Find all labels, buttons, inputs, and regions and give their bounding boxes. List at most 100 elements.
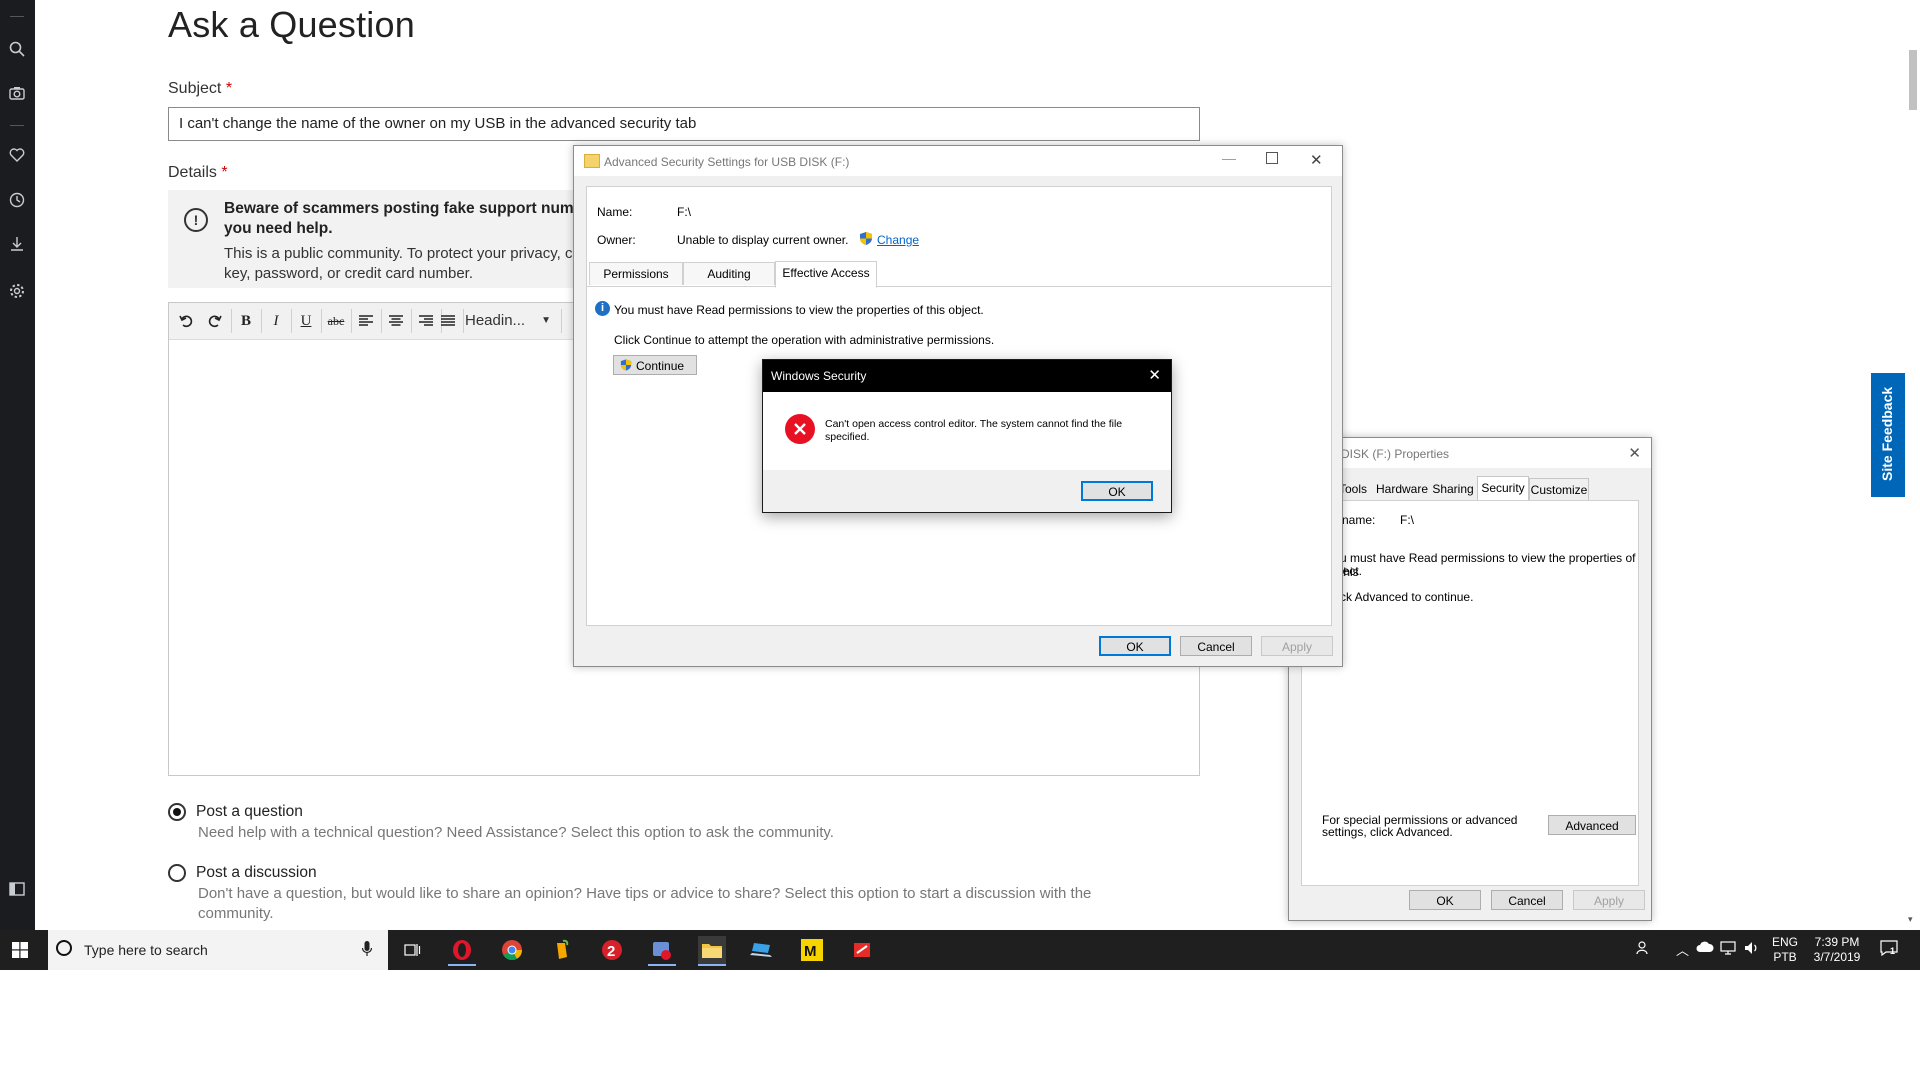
sidebar-divider [10,16,24,17]
cancel-button[interactable]: Cancel [1491,890,1563,910]
action-center-icon[interactable]: 1 [1880,940,1898,959]
windows-start-icon[interactable] [0,930,40,970]
cancel-button[interactable]: Cancel [1180,636,1252,656]
advanced-button[interactable]: Advanced [1548,815,1636,835]
object-name-label: name: [1342,513,1376,527]
read-permission-msg: You must have Read permissions to view t… [614,303,984,317]
toolbar-divider [261,309,262,333]
post-question-desc: Need help with a technical question? Nee… [198,824,834,841]
apply-button[interactable]: Apply [1261,636,1333,656]
history-icon[interactable] [6,189,28,211]
media-app-icon[interactable] [648,936,676,966]
close-icon[interactable]: ✕ [1148,366,1161,384]
tab-security[interactable]: Security [1477,476,1529,501]
app-2-icon[interactable]: 2 [598,936,626,964]
tab-hardware[interactable]: Hardware [1375,478,1429,500]
heart-icon[interactable] [6,144,28,166]
special-permissions-msg: For special permissions or advanced sett… [1322,813,1518,839]
advanced-security-titlebar: Advanced Security Settings for USB DISK … [574,146,1342,176]
tab-customize[interactable]: Customize [1529,478,1589,501]
clock[interactable]: 7:39 PM 3/7/2019 [1808,935,1866,965]
apply-button[interactable]: Apply [1573,890,1645,910]
sidebar-toggle-icon[interactable] [6,878,28,900]
continue-button[interactable]: Continue [613,355,697,375]
name-value: F:\ [677,205,691,219]
fruity-loops-icon[interactable] [548,936,576,964]
align-justify-icon[interactable] [435,308,461,334]
svg-text:M: M [804,943,817,960]
minimize-icon[interactable]: — [1222,150,1236,166]
info-circle-icon: ! [184,208,208,232]
post-question-radio[interactable] [168,803,186,821]
underline-icon[interactable]: U [293,308,319,334]
details-label-text: Details [168,164,217,181]
maximize-icon[interactable] [1266,152,1278,164]
align-center-icon[interactable] [383,308,409,334]
info-icon: i [595,301,610,316]
camera-icon[interactable] [6,82,28,104]
strikethrough-icon[interactable]: abc [323,308,349,334]
tab-effective-access[interactable]: Effective Access [775,261,877,288]
site-feedback-label: Site Feedback [1879,386,1895,481]
bold-icon[interactable]: B [233,308,259,334]
owner-label: Owner: [597,233,636,247]
read-permission-msg: u must have Read permissions to view the… [1340,551,1636,579]
toolbar-divider [411,309,412,333]
change-owner-link[interactable]: Change [877,233,919,247]
redo-icon[interactable] [202,308,228,334]
cloud-icon[interactable] [1696,941,1714,956]
microphone-icon[interactable] [361,941,373,962]
ok-button[interactable]: OK [1081,481,1153,501]
post-discussion-radio[interactable] [168,864,186,882]
language-indicator[interactable]: ENG PTB [1772,935,1798,965]
taskbar-search-box[interactable]: Type here to search [48,930,388,970]
tab-sharing[interactable]: Sharing [1431,478,1475,500]
heading-select[interactable]: Headin... ▼ [465,309,555,333]
cortana-icon [56,940,72,956]
post-question-label: Post a question [196,803,303,820]
opera-app-icon[interactable] [448,936,476,966]
notification-count: 1 [1890,946,1896,956]
scroll-thumb[interactable] [1909,50,1917,110]
align-left-icon[interactable] [353,308,379,334]
close-icon[interactable]: ✕ [1310,151,1323,169]
subject-input-value: I can't change the name of the owner on … [179,115,697,132]
properties-titlebar: DISK (F:) Properties ✕ [1289,438,1651,468]
app-laptop-icon[interactable] [748,936,776,964]
clock-date: 3/7/2019 [1813,950,1861,964]
download-icon[interactable] [6,233,28,255]
tab-auditing[interactable]: Auditing [683,262,775,285]
search-icon[interactable] [6,38,28,60]
keyboard-layout: PTB [1773,950,1797,964]
volume-icon[interactable] [1744,941,1760,958]
taskbar: Type here to search 2 M ︿ ENG PTB 7:39 P… [0,930,1920,970]
scroll-down-icon[interactable]: ▾ [1908,914,1913,925]
network-icon[interactable] [1720,941,1736,958]
app-m-icon[interactable]: M [798,936,826,964]
chrome-app-icon[interactable] [498,936,526,964]
chevron-up-icon[interactable]: ︿ [1676,940,1689,959]
italic-icon[interactable]: I [263,308,289,334]
undo-icon[interactable] [173,308,199,334]
ok-button[interactable]: OK [1409,890,1481,910]
subject-input[interactable]: I can't change the name of the owner on … [168,107,1200,141]
sidebar-divider [10,125,24,126]
post-discussion-desc: Don't have a question, but would like to… [198,885,1092,922]
close-icon[interactable]: ✕ [1628,444,1641,462]
app-red-icon[interactable] [848,936,876,964]
name-label: Name: [597,205,633,219]
folder-icon [584,154,600,168]
site-feedback-button[interactable]: Site Feedback [1871,373,1905,497]
settings-icon[interactable] [6,280,28,302]
ok-button[interactable]: OK [1099,636,1171,656]
uac-shield-icon [620,358,632,378]
subject-label: Subject * [168,80,232,98]
page-title: Ask a Question [168,4,415,45]
tab-permissions[interactable]: Permissions [589,262,683,285]
continue-hint: Click Continue to attempt the operation … [614,333,995,347]
file-explorer-icon[interactable] [698,936,726,966]
required-mark: * [221,164,228,181]
task-view-icon[interactable] [398,936,426,964]
people-icon[interactable] [1636,940,1652,959]
page-scrollbar[interactable]: ▾ [1906,0,1920,930]
